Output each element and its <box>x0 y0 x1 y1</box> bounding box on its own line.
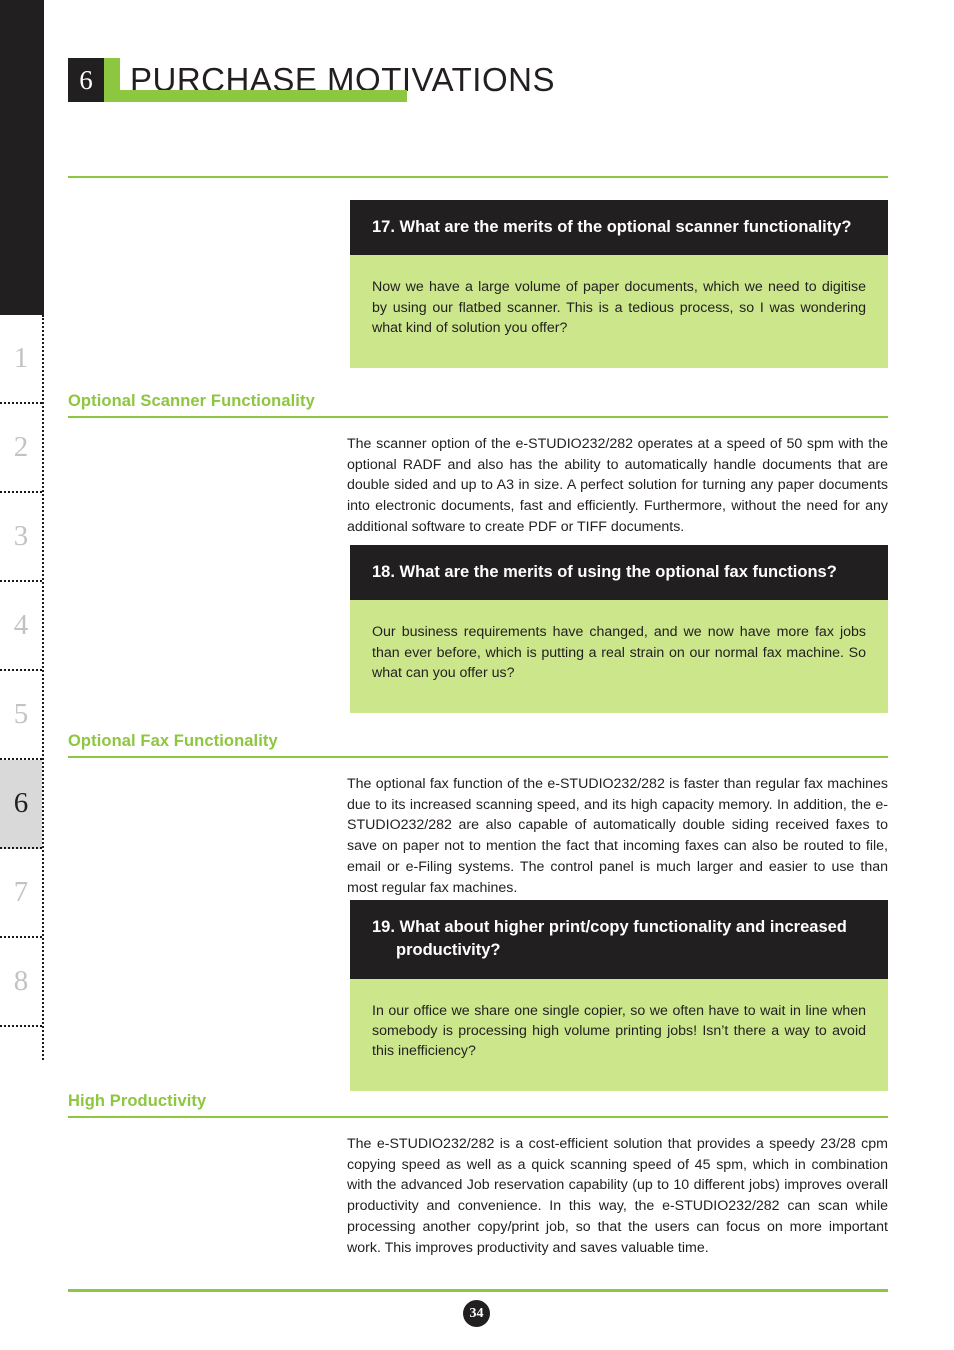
sidebar-tab-4[interactable]: 4 <box>0 582 42 671</box>
question-header-17: 17. What are the merits of the optional … <box>350 200 888 256</box>
bottom-divider-rule <box>68 1289 888 1292</box>
question-header-18: 18. What are the merits of using the opt… <box>350 545 888 601</box>
content-column: 17. What are the merits of the optional … <box>68 0 888 1350</box>
section-divider-rule <box>68 756 888 758</box>
customer-quote-text: In our office we share one single copier… <box>372 1002 866 1060</box>
section-optional-fax-functionality: Optional Fax Functionality The optional … <box>68 732 888 898</box>
qa-block-17: 17. What are the merits of the optional … <box>350 200 888 368</box>
customer-quote-text: Our business requirements have changed, … <box>372 624 866 681</box>
sidebar-tab-8[interactable]: 8 <box>0 938 42 1027</box>
question-body-18: Our business requirements have changed, … <box>350 600 888 713</box>
question-body-17: Now we have a large volume of paper docu… <box>350 255 888 368</box>
section-heading: Optional Fax Functionality <box>68 732 278 750</box>
top-divider-rule <box>68 176 888 178</box>
customer-quote-text: Now we have a large volume of paper docu… <box>372 279 866 336</box>
section-body-text: The e-STUDIO232/282 is a cost-efficient … <box>347 1136 888 1256</box>
left-black-spine <box>0 0 44 315</box>
question-text: 19. What about higher print/copy functio… <box>372 918 847 960</box>
sidebar-tab-label: 6 <box>13 787 29 819</box>
sidebar-tab-label: 5 <box>13 698 29 730</box>
sidebar-tab-label: 1 <box>13 342 29 374</box>
section-high-productivity: High Productivity The e-STUDIO232/282 is… <box>68 1092 888 1258</box>
sidebar-tab-label: 7 <box>13 876 29 908</box>
sidebar-tab-3[interactable]: 3 <box>0 493 42 582</box>
question-text: 18. What are the merits of using the opt… <box>372 563 837 581</box>
page-number-label: 34 <box>469 1305 484 1321</box>
section-heading: Optional Scanner Functionality <box>68 392 315 410</box>
question-body-19: In our office we share one single copier… <box>350 978 888 1092</box>
sidebar-tab-label: 8 <box>13 965 29 997</box>
section-body-text: The optional fax function of the e-STUDI… <box>347 776 888 896</box>
page-number-badge: 34 <box>463 1300 490 1327</box>
section-optional-scanner-functionality: Optional Scanner Functionality The scann… <box>68 392 888 538</box>
question-text: 17. What are the merits of the optional … <box>372 218 852 236</box>
qa-block-19: 19. What about higher print/copy functio… <box>350 900 888 1092</box>
section-heading: High Productivity <box>68 1092 207 1110</box>
sidebar-tab-7[interactable]: 7 <box>0 849 42 938</box>
sidebar-tab-label: 3 <box>13 520 29 552</box>
chapter-tab-rail: 1 2 3 4 5 6 7 8 <box>0 315 44 1060</box>
sidebar-tab-6[interactable]: 6 <box>0 760 42 849</box>
sidebar-tab-5[interactable]: 5 <box>0 671 42 760</box>
sidebar-tab-label: 4 <box>13 609 29 641</box>
sidebar-tab-1[interactable]: 1 <box>0 315 42 404</box>
qa-block-18: 18. What are the merits of using the opt… <box>350 545 888 713</box>
section-divider-rule <box>68 1116 888 1118</box>
section-divider-rule <box>68 416 888 418</box>
question-header-19: 19. What about higher print/copy functio… <box>350 900 888 979</box>
section-body-text: The scanner option of the e-STUDIO232/28… <box>347 436 888 535</box>
sidebar-tab-2[interactable]: 2 <box>0 404 42 493</box>
sidebar-tab-label: 2 <box>13 431 29 463</box>
